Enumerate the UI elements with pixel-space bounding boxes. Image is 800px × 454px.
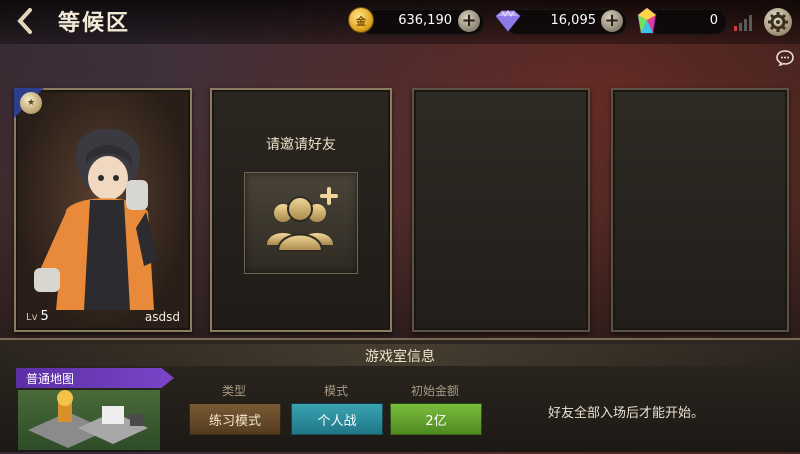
money-button[interactable]: 2亿 <box>390 403 482 435</box>
crystal-icon <box>637 7 657 34</box>
room-info-panel: 游戏室信息 普通地图 类型 模式 初始金额 练习模式 个人战 2亿 好友全部入场… <box>0 338 800 452</box>
diamond-amount: 16,095 <box>550 13 597 28</box>
type-label: 类型 <box>221 384 246 398</box>
invite-friend-button[interactable] <box>244 172 358 274</box>
add-friend-icon <box>267 187 338 252</box>
mode-label: 模式 <box>323 384 348 398</box>
player-avatar <box>34 128 158 310</box>
map-thumbnail[interactable] <box>18 390 160 450</box>
player-level: Lv 5 <box>26 309 49 324</box>
map-tag: 普通地图 <box>16 368 174 388</box>
crystal-amount: 0 <box>709 13 718 28</box>
chevron-left-icon <box>17 8 32 34</box>
diamond-icon <box>495 10 521 32</box>
start-notice: 好友全部入场后才能开始。 <box>548 406 705 421</box>
page-title: 等候区 <box>58 11 131 36</box>
gold-coin-icon: 金 <box>349 8 373 32</box>
chat-bubble-icon[interactable] <box>776 50 794 66</box>
player-slot-1[interactable]: ★ Lv 5 asdsd <box>14 88 192 332</box>
map-tag-label: 普通地图 <box>26 372 75 386</box>
add-diamond-button[interactable]: + <box>601 10 623 32</box>
level-value: 5 <box>40 309 49 324</box>
player-slot-4 <box>611 88 789 332</box>
settings-button[interactable] <box>764 8 792 36</box>
top-bar: 等候区 金 636,190 + 16,095 + 0 <box>0 0 800 44</box>
player-slot-2: 请邀请好友 <box>210 88 392 332</box>
invite-label: 请邀请好友 <box>266 137 336 153</box>
money-label: 初始金额 <box>410 384 459 398</box>
gold-amount: 636,190 <box>398 13 452 28</box>
add-gold-button[interactable]: + <box>458 10 480 32</box>
level-prefix: Lv <box>26 312 38 323</box>
room-info-title: 游戏室信息 <box>365 349 435 365</box>
player-slot-3 <box>412 88 590 332</box>
back-button[interactable] <box>10 6 40 36</box>
mode-button[interactable]: 个人战 <box>291 403 383 435</box>
type-button[interactable]: 练习模式 <box>189 403 281 435</box>
gear-icon <box>768 12 788 32</box>
rank-badge-icon: ★ <box>20 92 42 114</box>
player-name: asdsd <box>144 310 180 324</box>
signal-icon <box>734 15 752 31</box>
map-preview-image <box>28 390 148 448</box>
